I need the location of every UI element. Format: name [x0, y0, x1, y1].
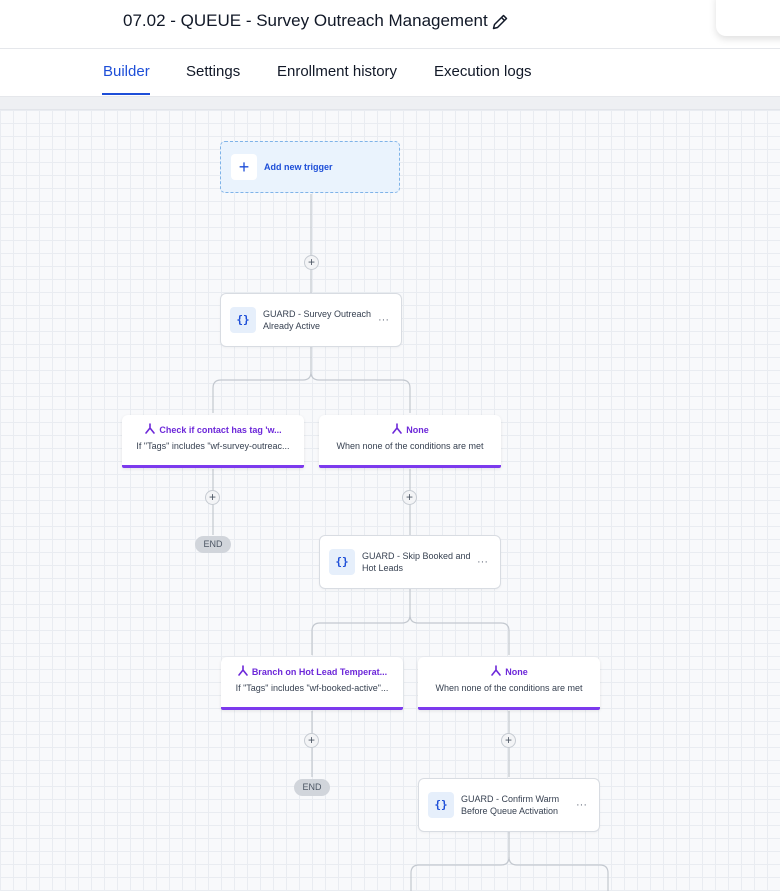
action-label: GUARD - Confirm Warm Before Queue Activa…: [461, 794, 560, 816]
code-braces-icon: {}: [230, 307, 256, 333]
branch-title-text: None: [505, 667, 528, 677]
more-options-icon[interactable]: ···: [477, 556, 488, 568]
add-trigger-label: Add new trigger: [264, 162, 333, 172]
tab-settings[interactable]: Settings: [186, 63, 240, 80]
branch-subtitle: If "Tags" includes "wf-booked-active"...: [235, 683, 389, 693]
branch-title: None: [424, 665, 594, 677]
workflow-canvas[interactable]: + Add new trigger + {} GUARD - Survey Ou…: [0, 110, 780, 891]
branch-icon: [238, 665, 248, 676]
add-step-button[interactable]: +: [304, 733, 319, 748]
branch-title-text: Check if contact has tag 'w...: [159, 425, 282, 435]
branch-node-check-tag[interactable]: Check if contact has tag 'w... If "Tags"…: [122, 415, 304, 468]
end-marker: END: [195, 536, 231, 553]
branch-icon: [392, 423, 403, 434]
add-step-button[interactable]: +: [205, 490, 220, 505]
action-label: GUARD - Skip Booked and Hot Leads: [362, 551, 471, 573]
workflow-title: 07.02 - QUEUE - Survey Outreach Manageme…: [123, 11, 488, 30]
action-node-confirm-warm[interactable]: {} GUARD - Confirm Warm Before Queue Act…: [418, 778, 600, 832]
code-braces-icon: {}: [329, 549, 355, 575]
add-trigger-card[interactable]: + Add new trigger: [220, 141, 400, 193]
active-tab-indicator: [102, 93, 150, 95]
branch-node-none-2[interactable]: None When none of the conditions are met: [418, 657, 600, 710]
branch-title: Branch on Hot Lead Temperat...: [227, 665, 397, 677]
connector-lines: [212, 194, 609, 891]
action-node-skip-booked[interactable]: {} GUARD - Skip Booked and Hot Leads ···: [319, 535, 501, 589]
end-marker: END: [294, 779, 330, 796]
branch-title: Check if contact has tag 'w...: [128, 423, 298, 435]
branch-subtitle: When none of the conditions are met: [435, 683, 583, 693]
branch-subtitle: When none of the conditions are met: [336, 441, 484, 451]
branch-title-text: Branch on Hot Lead Temperat...: [251, 667, 388, 677]
tab-execution-logs[interactable]: Execution logs: [434, 63, 532, 80]
plus-icon: +: [231, 154, 257, 180]
branch-node-hot-lead[interactable]: Branch on Hot Lead Temperat... If "Tags"…: [221, 657, 403, 710]
more-options-icon[interactable]: ···: [576, 799, 587, 811]
branch-title: None: [325, 423, 495, 435]
action-label: GUARD - Survey Outreach Already Active: [263, 309, 372, 331]
top-bar: 07.02 - QUEUE - Survey Outreach Manageme…: [0, 0, 780, 49]
add-step-button[interactable]: +: [304, 255, 319, 270]
canvas-toolbar-strip: [0, 97, 780, 110]
more-options-icon[interactable]: ···: [378, 314, 389, 326]
branch-title-text: None: [406, 425, 429, 435]
add-step-button[interactable]: +: [501, 733, 516, 748]
pencil-icon[interactable]: [490, 12, 510, 32]
action-node-survey-guard[interactable]: {} GUARD - Survey Outreach Already Activ…: [220, 293, 402, 347]
tab-builder[interactable]: Builder: [103, 63, 150, 80]
top-right-panel: [716, 0, 780, 36]
branch-node-none-1[interactable]: None When none of the conditions are met: [319, 415, 501, 468]
branch-icon: [491, 665, 502, 676]
tab-bar: Builder Settings Enrollment history Exec…: [0, 49, 780, 97]
add-step-button[interactable]: +: [402, 490, 417, 505]
tab-enrollment-history[interactable]: Enrollment history: [277, 63, 397, 80]
branch-subtitle: If "Tags" includes "wf-survey-outreac...: [136, 441, 290, 451]
branch-icon: [145, 423, 156, 434]
code-braces-icon: {}: [428, 792, 454, 818]
